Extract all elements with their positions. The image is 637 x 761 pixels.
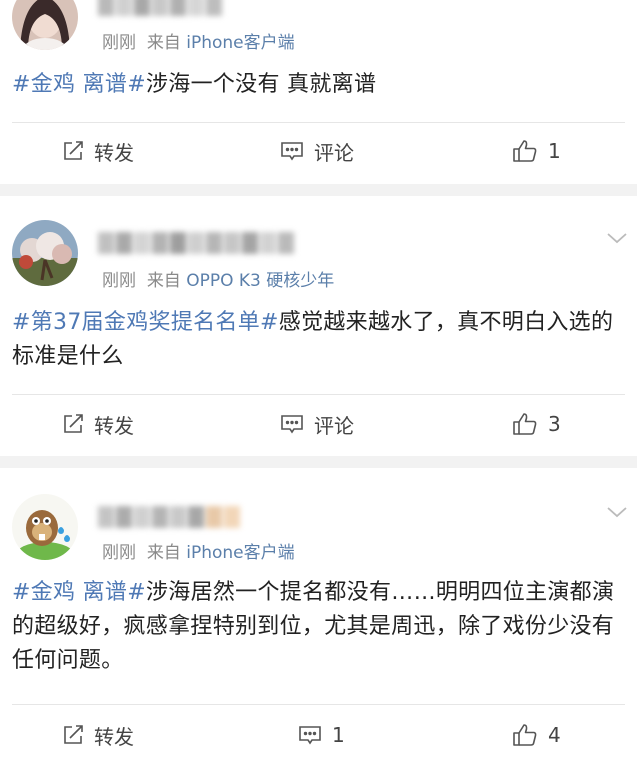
comment-label: 评论 [314,140,354,165]
topic-link[interactable]: #金鸡 离谱# [12,72,146,97]
post-source[interactable]: iPhone客户端 [186,33,294,53]
thumbs-up-icon [513,724,537,746]
post-3: 刚刚 来自 iPhone客户端 #金鸡 离谱#涉海居然一个提名都没有……明明四位… [0,468,637,761]
comment-label: 评论 [314,413,354,438]
thumbs-up-icon [513,140,537,162]
post-from: 来自 [146,271,181,291]
chevron-down-icon[interactable] [606,230,628,244]
post-separator [0,456,637,468]
topic-link[interactable]: #第37届金鸡奖提名名单# [12,310,279,335]
like-count: 3 [548,412,561,436]
topic-link[interactable]: #金鸡 离谱# [12,580,146,605]
repost-icon [64,141,83,160]
like-button[interactable]: 3 [512,409,561,439]
repost-button[interactable]: 转发 [62,136,134,166]
post-time: 刚刚 [102,543,136,563]
like-button[interactable]: 1 [512,136,561,166]
repost-label: 转发 [94,413,134,438]
comment-icon [299,726,321,745]
post-text: #金鸡 离谱#涉海一个没有 真就离谱 [12,68,624,102]
post-time: 刚刚 [102,271,136,291]
post-from: 来自 [146,543,181,563]
repost-icon [64,725,83,744]
username-blurred[interactable] [98,232,294,258]
divider [12,704,625,705]
post-text: #金鸡 离谱#涉海居然一个提名都没有……明明四位主演都演的超级好，疯感拿捏特别到… [12,576,624,678]
post-source[interactable]: OPPO K3 硬核少年 [186,271,334,291]
comment-button[interactable]: 评论 [280,136,354,166]
post-2: 刚刚 来自 OPPO K3 硬核少年 #第37届金鸡奖提名名单#感觉越来越水了，… [0,196,637,456]
thumbs-up-icon [513,413,537,435]
avatar[interactable] [12,220,78,286]
comment-button[interactable]: 评论 [280,409,354,439]
repost-label: 转发 [94,724,134,749]
repost-label: 转发 [94,140,134,165]
post-1: 刚刚 来自 iPhone客户端 #金鸡 离谱#涉海一个没有 真就离谱 转发 评论… [0,0,637,184]
repost-button[interactable]: 转发 [62,720,134,750]
post-meta: 刚刚 来自 iPhone客户端 [102,538,295,563]
comment-count: 1 [332,723,345,747]
chevron-down-icon[interactable] [606,504,628,518]
post-source[interactable]: iPhone客户端 [186,543,294,563]
like-count: 1 [548,139,561,163]
post-from: 来自 [146,33,181,53]
avatar[interactable] [12,0,78,50]
comment-button[interactable]: 1 [298,720,345,750]
username-blurred[interactable] [98,0,222,20]
username-blurred[interactable] [98,506,240,532]
divider [12,122,625,123]
avatar[interactable] [12,494,78,560]
post-separator [0,184,637,196]
like-count: 4 [548,723,561,747]
divider [12,394,625,395]
like-button[interactable]: 4 [512,720,561,750]
post-body: 涉海一个没有 真就离谱 [145,72,377,97]
repost-icon [64,414,83,433]
post-meta: 刚刚 来自 iPhone客户端 [102,28,295,53]
comment-icon [281,142,303,161]
repost-button[interactable]: 转发 [62,409,134,439]
comment-icon [281,415,303,434]
post-text: #第37届金鸡奖提名名单#感觉越来越水了，真不明白入选的标准是什么 [12,306,624,374]
post-time: 刚刚 [102,33,136,53]
post-meta: 刚刚 来自 OPPO K3 硬核少年 [102,266,334,291]
